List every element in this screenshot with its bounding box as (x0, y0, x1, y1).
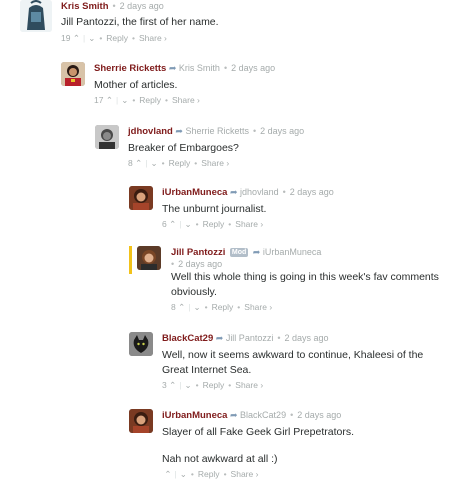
vote-count: 8 (171, 302, 176, 312)
author-name[interactable]: Jill Pantozzi (171, 247, 225, 258)
avatar[interactable] (61, 62, 85, 86)
comment-text: Well this whole thing is going in this w… (171, 271, 439, 298)
reply-link[interactable]: Reply (212, 301, 234, 313)
reply-link[interactable]: Reply (106, 32, 128, 44)
downvote-icon[interactable]: ⌄ (121, 94, 128, 106)
reply-arrow-icon: ➦ (229, 187, 238, 197)
reply-link[interactable]: Reply (169, 157, 191, 169)
downvote-icon[interactable]: ⌄ (184, 218, 191, 230)
downvote-icon[interactable]: ⌄ (150, 157, 157, 169)
avatar[interactable] (20, 0, 52, 32)
reply-arrow-icon: ➦ (252, 247, 261, 257)
author-name[interactable]: BlackCat29 (162, 333, 213, 344)
comment-actions: ⌃ | ⌄ • Reply • Share › (164, 468, 259, 480)
share-link[interactable]: Share › (172, 94, 200, 106)
comment-text: Breaker of Embargoes? (128, 142, 239, 154)
downvote-icon[interactable]: ⌄ (88, 32, 95, 44)
share-link[interactable]: Share › (235, 218, 263, 230)
comment-header-time: • 2 days ago (171, 259, 223, 269)
timestamp[interactable]: 2 days ago (290, 187, 334, 197)
comment-text: Jill Pantozzi, the first of her name. (61, 16, 219, 28)
share-link[interactable]: Share › (231, 468, 259, 480)
downvote-icon[interactable]: ⌄ (184, 379, 191, 391)
comment-header: jdhovland ➦ Sherrie Ricketts • 2 days ago (128, 126, 305, 137)
reply-arrow-icon: ➦ (175, 126, 183, 136)
downvote-icon[interactable]: ⌄ (180, 468, 187, 480)
upvote-icon[interactable]: ⌃ (135, 157, 142, 169)
reply-to-name[interactable]: jdhovland (240, 187, 279, 197)
upvote-icon[interactable]: ⌃ (169, 379, 176, 391)
mod-badge: Mod (229, 248, 249, 257)
reply-link[interactable]: Reply (198, 468, 220, 480)
vote-count: 17 (94, 95, 104, 105)
timestamp[interactable]: 2 days ago (120, 1, 164, 11)
reply-to-name[interactable]: Kris Smith (179, 63, 220, 73)
comment-header: BlackCat29 ➦ Jill Pantozzi • 2 days ago (162, 333, 329, 344)
avatar[interactable] (129, 332, 153, 356)
avatar[interactable] (137, 246, 161, 270)
vote-count: 19 (61, 33, 71, 43)
reply-link[interactable]: Reply (139, 94, 161, 106)
author-name[interactable]: Kris Smith (61, 1, 109, 12)
highlight-bar (129, 246, 132, 274)
reply-to-name[interactable]: BlackCat29 (240, 410, 286, 420)
upvote-icon[interactable]: ⌃ (164, 468, 171, 480)
downvote-icon[interactable]: ⌄ (193, 301, 200, 313)
reply-to-name[interactable]: iUrbanMuneca (263, 247, 322, 257)
comment-header: iUrbanMuneca ➦ BlackCat29 • 2 days ago (162, 410, 342, 421)
comment-actions: 8 ⌃ | ⌄ • Reply • Share › (171, 301, 273, 313)
comment-actions: 3 ⌃ | ⌄ • Reply • Share › (162, 379, 264, 391)
timestamp[interactable]: 2 days ago (231, 63, 275, 73)
timestamp[interactable]: 2 days ago (260, 126, 304, 136)
comment-header: Jill Pantozzi Mod ➦ iUrbanMuneca (171, 246, 451, 259)
author-name[interactable]: iUrbanMuneca (162, 410, 227, 421)
comment-text: Well, now it seems awkward to continue, … (162, 349, 424, 376)
reply-link[interactable]: Reply (203, 218, 225, 230)
comment-text: The unburnt journalist. (162, 203, 267, 215)
comment-actions: 6 ⌃ | ⌄ • Reply • Share › (162, 218, 264, 230)
timestamp[interactable]: 2 days ago (178, 259, 222, 269)
vote-count: 3 (162, 380, 167, 390)
share-link[interactable]: Share › (244, 301, 272, 313)
upvote-icon[interactable]: ⌃ (106, 94, 113, 106)
vote-count: 6 (162, 219, 167, 229)
reply-arrow-icon: ➦ (229, 410, 238, 420)
reply-link[interactable]: Reply (203, 379, 225, 391)
author-name[interactable]: iUrbanMuneca (162, 187, 227, 198)
upvote-icon[interactable]: ⌃ (178, 301, 185, 313)
timestamp[interactable]: 2 days ago (297, 410, 341, 420)
share-link[interactable]: Share › (235, 379, 263, 391)
upvote-icon[interactable]: ⌃ (73, 32, 80, 44)
comment-actions: 19 ⌃ | ⌄ • Reply • Share › (61, 32, 167, 44)
reply-arrow-icon: ➦ (215, 333, 224, 343)
comment-text: Mother of articles. (94, 79, 178, 91)
avatar[interactable] (95, 125, 119, 149)
comment-text: Slayer of all Fake Geek Girl Prepetrator… (162, 426, 354, 465)
comment-actions: 8 ⌃ | ⌄ • Reply • Share › (128, 157, 230, 169)
reply-to-name[interactable]: Jill Pantozzi (226, 333, 274, 343)
timestamp[interactable]: 2 days ago (285, 333, 329, 343)
author-name[interactable]: Sherrie Ricketts (94, 63, 166, 74)
avatar[interactable] (129, 409, 153, 433)
comment-header: iUrbanMuneca ➦ jdhovland • 2 days ago (162, 187, 334, 198)
comment-header: Kris Smith • 2 days ago (61, 1, 164, 12)
comment-header: Sherrie Ricketts ➦ Kris Smith • 2 days ago (94, 63, 276, 74)
vote-count: 8 (128, 158, 133, 168)
avatar[interactable] (129, 186, 153, 210)
share-link[interactable]: Share › (201, 157, 229, 169)
share-link[interactable]: Share › (139, 32, 167, 44)
reply-arrow-icon: ➦ (168, 63, 177, 73)
comment-actions: 17 ⌃ | ⌄ • Reply • Share › (94, 94, 200, 106)
upvote-icon[interactable]: ⌃ (169, 218, 176, 230)
reply-to-name[interactable]: Sherrie Ricketts (185, 126, 249, 136)
author-name[interactable]: jdhovland (128, 126, 173, 137)
